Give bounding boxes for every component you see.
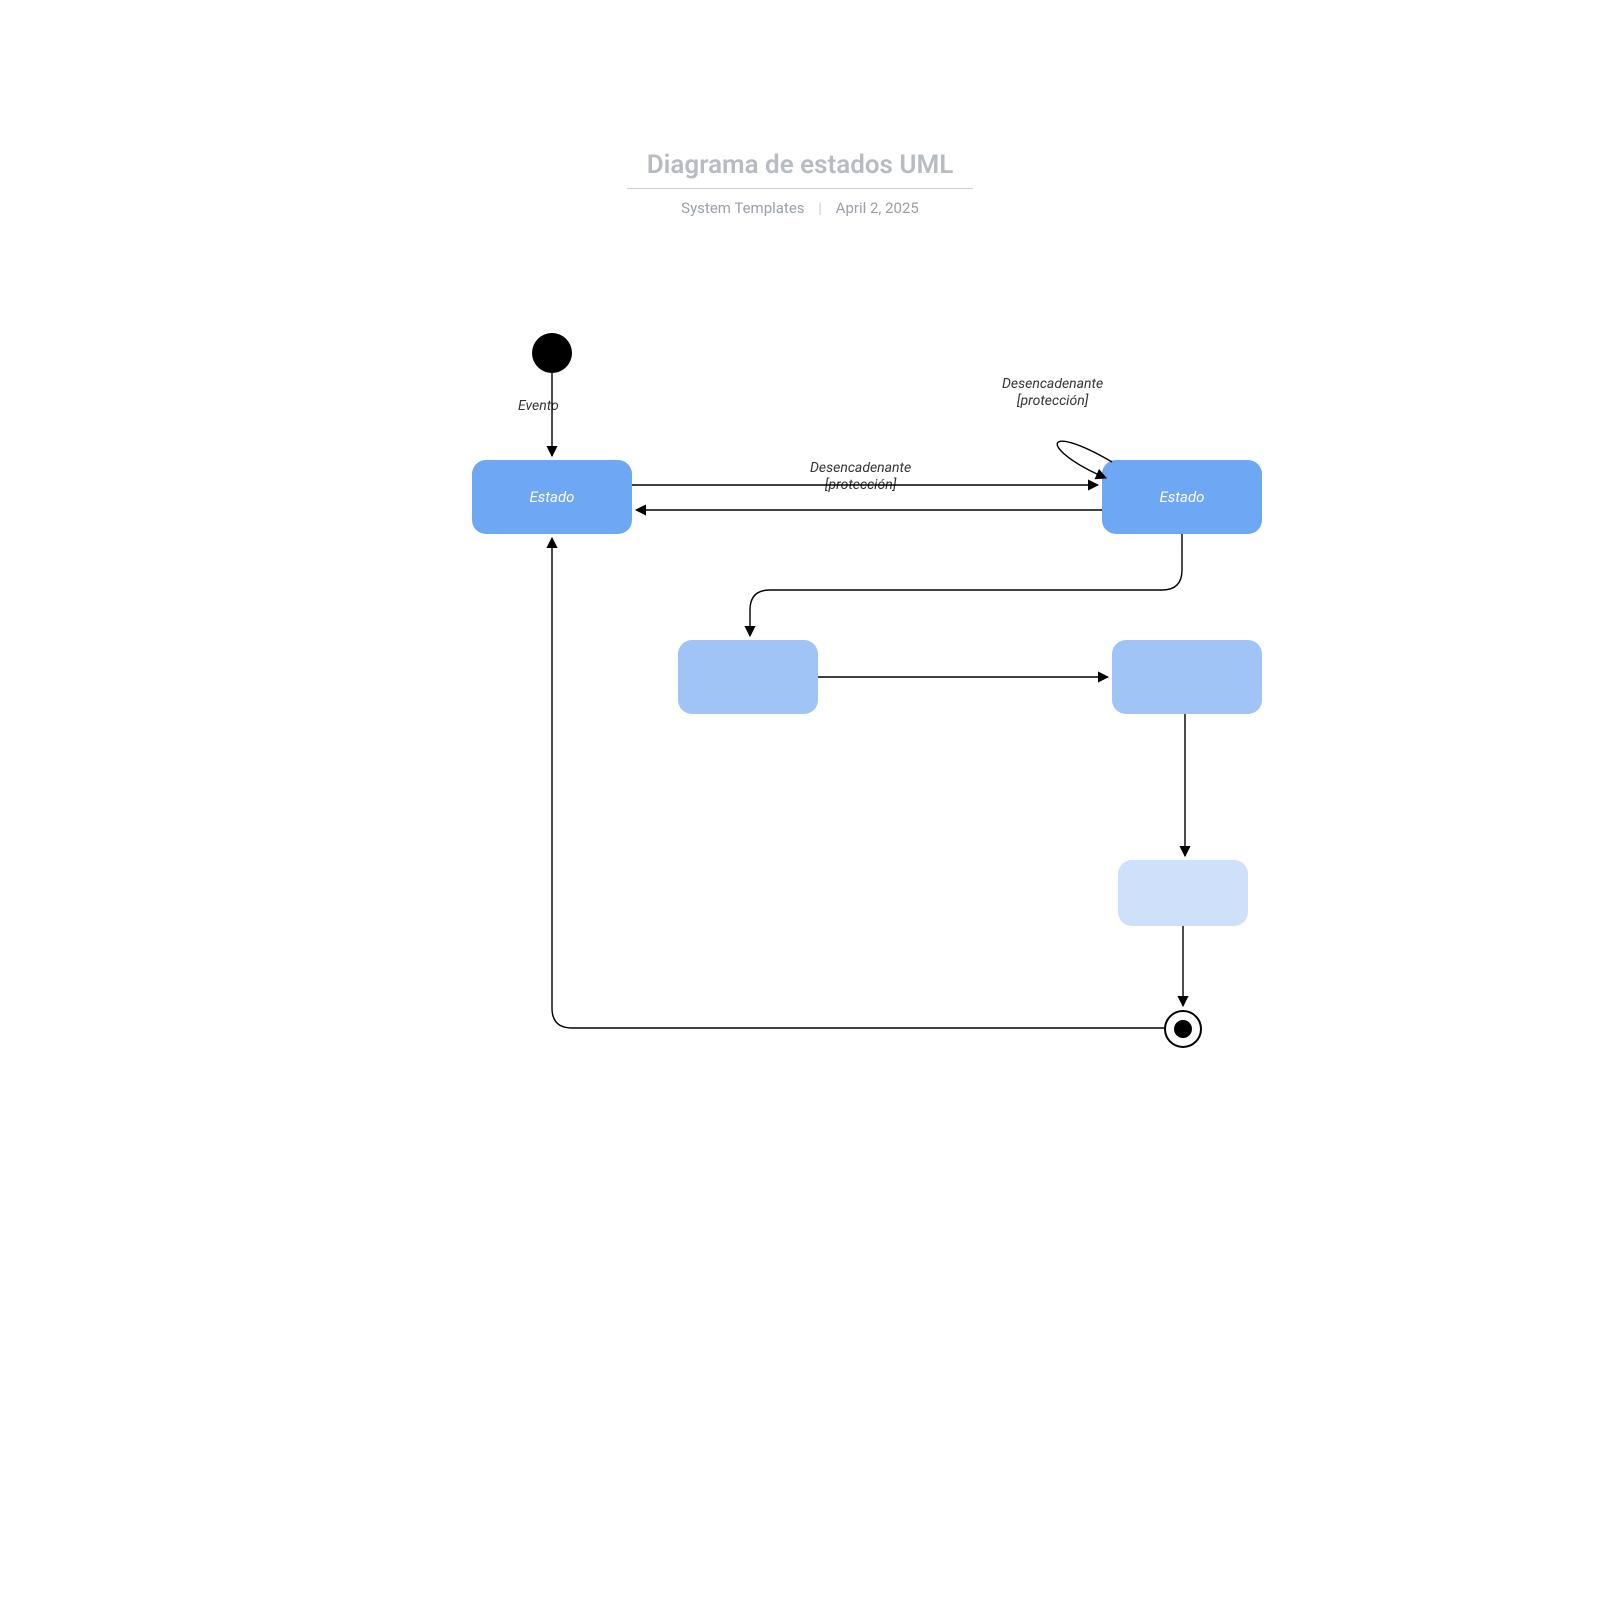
diagram-date: April 2, 2025 xyxy=(836,199,919,217)
state-node-5[interactable] xyxy=(1118,860,1248,926)
state-node-2-label: Estado xyxy=(1160,488,1205,506)
state-node-3[interactable] xyxy=(678,640,818,714)
state-node-1[interactable]: Estado xyxy=(472,460,632,534)
diagram-canvas: Diagrama de estados UML System Templates… xyxy=(0,0,1600,1600)
initial-state-node[interactable] xyxy=(532,333,572,373)
final-state-node[interactable] xyxy=(1164,1010,1202,1048)
edges-layer xyxy=(0,0,1600,1600)
edge-state2-to-state3 xyxy=(750,534,1182,636)
edge-label-trigger-line2: [protección] xyxy=(825,477,896,493)
edge-label-selfloop-line2: [protección] xyxy=(1017,393,1088,409)
edge-label-trigger-line1: Desencadenante xyxy=(810,460,911,476)
state-node-2[interactable]: Estado xyxy=(1102,460,1262,534)
final-state-inner-dot xyxy=(1174,1020,1192,1038)
state-node-4[interactable] xyxy=(1112,640,1262,714)
subtitle-separator: | xyxy=(818,199,822,217)
edge-label-trigger: Desencadenante [protección] xyxy=(810,460,911,494)
edge-label-selfloop: Desencadenante [protección] xyxy=(1002,376,1103,410)
diagram-header: Diagrama de estados UML System Templates… xyxy=(0,150,1600,217)
state-node-1-label: Estado xyxy=(530,488,575,506)
edge-final-to-state1 xyxy=(552,538,1164,1028)
diagram-author: System Templates xyxy=(681,199,804,217)
edge-label-selfloop-line1: Desencadenante xyxy=(1002,376,1103,392)
diagram-subtitle: System Templates | April 2, 2025 xyxy=(0,199,1600,217)
diagram-title: Diagrama de estados UML xyxy=(627,150,974,189)
edge-label-evento: Evento xyxy=(518,398,559,415)
